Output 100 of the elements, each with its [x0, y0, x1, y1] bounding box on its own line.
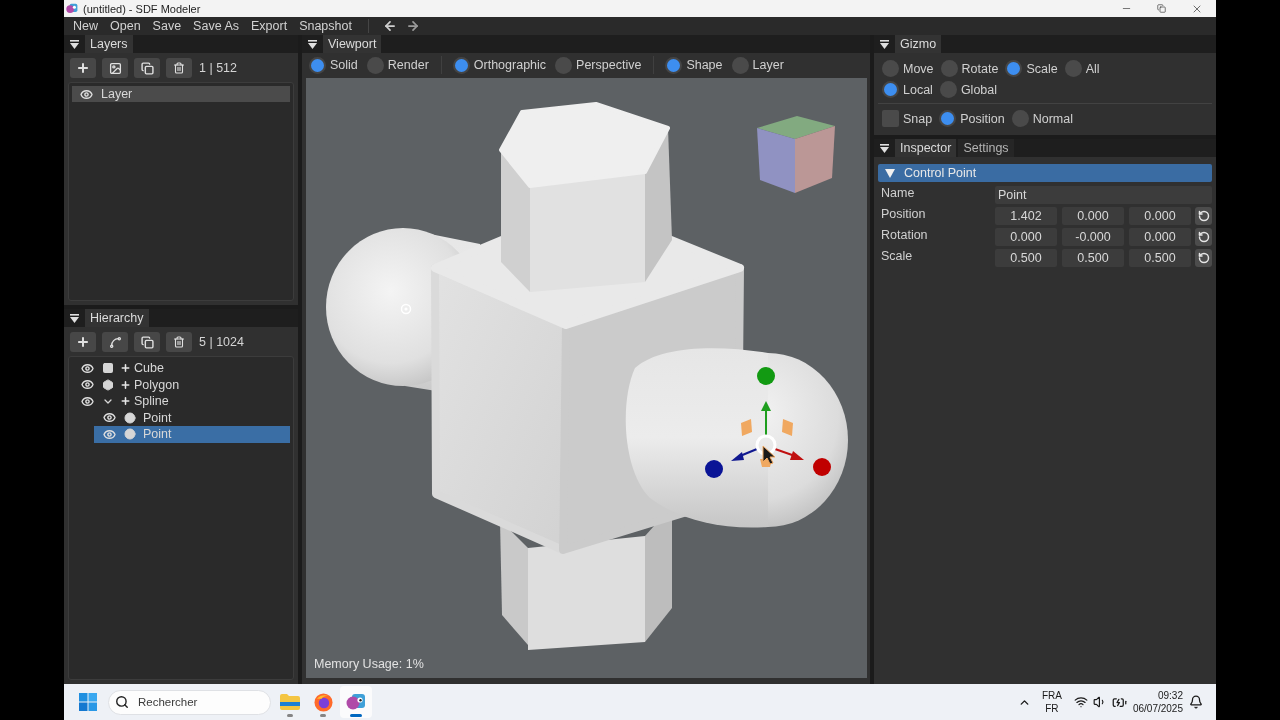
menu-item[interactable]: Snapshot [295, 17, 356, 35]
tree-item[interactable]: Point [94, 409, 290, 426]
add-button[interactable] [70, 58, 96, 78]
image-button[interactable] [102, 58, 128, 78]
search-field[interactable]: Rechercher [108, 689, 271, 715]
radio-option[interactable]: Position [939, 110, 1005, 127]
wifi-button[interactable] [1073, 695, 1088, 709]
panel-tab[interactable]: Hierarchy [85, 309, 149, 327]
radio-option[interactable]: Shape [665, 56, 723, 74]
reset-icon [1197, 252, 1210, 264]
number-field[interactable]: 1.402 [995, 207, 1057, 225]
tree-item[interactable]: Point [94, 426, 290, 443]
menu-item[interactable]: Open [106, 17, 145, 35]
delete-button[interactable] [166, 332, 192, 352]
search-icon [115, 695, 129, 709]
plus-icon [76, 61, 90, 75]
number-field[interactable]: 0.000 [1129, 207, 1191, 225]
delete-button[interactable] [166, 58, 192, 78]
number-field[interactable]: 0.500 [1129, 249, 1191, 267]
running-indicator-icon [287, 714, 293, 717]
layer-count: 1 | 512 [199, 61, 237, 75]
menu-item[interactable]: New [69, 17, 102, 35]
panel-tab[interactable]: Inspector [895, 139, 957, 157]
number-field[interactable]: 0.000 [1062, 207, 1124, 225]
radio-option[interactable]: Scale [1005, 60, 1058, 77]
number-field[interactable]: -0.000 [1062, 228, 1124, 246]
text-field[interactable]: Point [995, 186, 1212, 204]
eye-icon[interactable] [80, 394, 94, 408]
trash-icon [173, 62, 185, 74]
number-field[interactable]: 0.500 [1062, 249, 1124, 267]
reset-button[interactable] [1195, 249, 1212, 267]
eye-icon[interactable] [80, 378, 94, 392]
plus-icon [120, 362, 131, 375]
collapse-icon[interactable] [70, 39, 79, 49]
language-button[interactable]: FRA FR [1041, 689, 1062, 715]
layer-item[interactable]: Layer [72, 86, 290, 102]
folder-icon [280, 694, 300, 710]
number-field[interactable]: 0.500 [995, 249, 1057, 267]
panel-tab[interactable]: Viewport [323, 35, 382, 53]
collapse-icon[interactable] [880, 143, 889, 153]
radio-option[interactable]: Normal [1011, 110, 1073, 127]
wifi-icon [1073, 695, 1088, 709]
add-button[interactable] [70, 332, 96, 352]
reset-icon [1197, 231, 1210, 243]
arrow-right-icon[interactable] [405, 19, 420, 33]
copy-icon [140, 335, 154, 349]
reset-button[interactable] [1195, 228, 1212, 246]
search-input[interactable]: Rechercher [138, 696, 248, 708]
running-indicator-icon [350, 714, 362, 717]
arrow-left-icon[interactable] [382, 19, 397, 33]
circle-icon [124, 428, 136, 441]
section-header[interactable]: Control Point [878, 164, 1212, 182]
plus-icon [120, 378, 131, 391]
spline-button[interactable] [102, 332, 128, 352]
reset-icon [1197, 210, 1210, 222]
reset-button[interactable] [1195, 207, 1212, 225]
copy-icon [140, 61, 154, 75]
radio-option[interactable]: Global [939, 81, 998, 98]
tree-item[interactable]: Polygon [72, 376, 290, 393]
tree-item[interactable]: Cube [72, 360, 290, 377]
eye-icon[interactable] [80, 87, 93, 101]
hexagon-icon [102, 378, 114, 391]
radio-option[interactable]: Perspective [555, 56, 642, 74]
number-field[interactable]: 0.000 [995, 228, 1057, 246]
collapse-icon[interactable] [308, 39, 317, 49]
radio-option[interactable]: Local [882, 81, 933, 98]
eye-icon[interactable] [80, 361, 94, 375]
windows-logo-icon[interactable] [79, 693, 97, 711]
radio-option[interactable]: Orthographic [452, 56, 547, 74]
clock-button[interactable]: 09:32 06/07/2025 [1132, 689, 1183, 715]
menu-item[interactable]: Save [148, 17, 186, 35]
copy-button[interactable] [134, 332, 160, 352]
taskbar-app-button[interactable] [340, 686, 372, 718]
panel-tab[interactable]: Gizmo [895, 35, 942, 53]
radio-option[interactable]: Solid [309, 56, 358, 74]
restore-icon [1157, 4, 1166, 13]
transform-gizmo-drawing[interactable] [705, 367, 831, 478]
plus-icon [120, 395, 131, 408]
panel-tab[interactable]: Settings [958, 139, 1014, 157]
menu-item[interactable]: Save As [189, 17, 243, 35]
snap-checkbox[interactable]: Snap [882, 110, 933, 127]
menu-item[interactable]: Export [247, 17, 292, 35]
eye-icon[interactable] [102, 411, 116, 425]
number-field[interactable]: 0.000 [1129, 228, 1191, 246]
collapse-icon[interactable] [880, 39, 889, 49]
panel-tab[interactable]: Layers [85, 35, 133, 53]
radio-option[interactable]: Rotate [940, 60, 999, 77]
field-label: Rotation [880, 228, 929, 242]
square-icon [102, 362, 114, 375]
radio-option[interactable]: Layer [731, 56, 784, 74]
copy-button[interactable] [134, 58, 160, 78]
trash-icon [173, 336, 185, 348]
field-label: Position [880, 207, 927, 221]
collapse-icon[interactable] [70, 313, 79, 323]
tree-item[interactable]: Spline [72, 393, 290, 410]
radio-option[interactable]: Move [882, 60, 934, 77]
notification-button[interactable] [1189, 695, 1203, 709]
radio-option[interactable]: All [1064, 60, 1100, 77]
radio-option[interactable]: Render [366, 56, 429, 74]
bell-icon [1189, 695, 1203, 709]
